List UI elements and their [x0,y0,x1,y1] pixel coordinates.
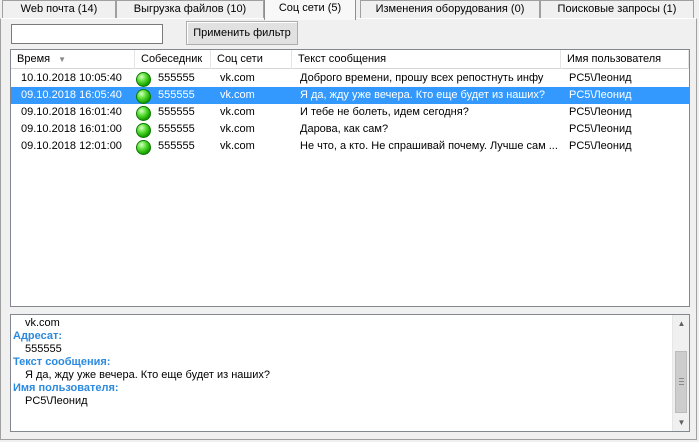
tab-file-upload[interactable]: Выгрузка файлов (10) [116,0,264,18]
details-scrollbar[interactable]: ▲ ▼ [672,315,689,431]
cell-peer: 555555 [158,106,195,118]
cell-user: PC5\Леонид [569,106,632,118]
cell-peer: 555555 [158,89,195,101]
status-online-icon [136,89,151,104]
column-header-text[interactable]: Текст сообщения [292,50,561,69]
details-user-label: Имя пользователя: [13,382,119,394]
tab-bar: Web почта (14) Выгрузка файлов (10) Соц … [0,0,699,20]
details-text-label: Текст сообщения: [13,356,111,368]
column-header-time[interactable]: Время ▼ [11,50,135,69]
cell-user: PC5\Леонид [569,140,632,152]
filter-input[interactable] [11,24,163,44]
scroll-up-arrow-icon[interactable]: ▲ [673,315,690,332]
details-content: vk.com Адресат: 555555 Текст сообщения: … [11,317,671,408]
cell-time: 09.10.2018 16:01:00 [21,123,122,135]
cell-network: vk.com [220,123,255,135]
cell-time: 10.10.2018 10:05:40 [21,72,122,84]
tab-hardware-changes[interactable]: Изменения оборудования (0) [360,0,540,18]
cell-message-text: Доброго времени, прошу всех репостнуть и… [300,72,544,84]
cell-peer: 555555 [158,140,195,152]
scrollbar-thumb[interactable] [675,351,687,413]
cell-time: 09.10.2018 16:01:40 [21,106,122,118]
cell-network: vk.com [220,72,255,84]
cell-message-text: Не что, а кто. Не спрашивай почему. Лучш… [300,140,558,152]
sort-down-icon: ▼ [58,55,67,64]
cell-network: vk.com [220,106,255,118]
column-header-user[interactable]: Имя пользователя [561,50,689,69]
column-header-peer[interactable]: Собеседник [135,50,211,69]
cell-time: 09.10.2018 16:05:40 [21,89,122,101]
tab-social-networks[interactable]: Соц сети (5) [264,0,356,20]
scroll-down-arrow-icon[interactable]: ▼ [673,414,690,431]
cell-peer: 555555 [158,123,195,135]
status-online-icon [136,140,151,155]
details-user-value: PC5\Леонид [25,395,88,407]
details-recipient-value: 555555 [25,343,62,355]
cell-user: PC5\Леонид [569,72,632,84]
apply-filter-button[interactable]: Применить фильтр [186,21,298,45]
cell-network: vk.com [220,89,255,101]
status-online-icon [136,123,151,138]
messages-list[interactable]: Время ▼ Собеседник Соц сети Текст сообщен… [10,49,690,307]
cell-peer: 555555 [158,72,195,84]
column-header-time-label: Время [17,53,51,65]
grip-icon [679,378,684,385]
table-row[interactable]: 09.10.2018 16:01:40 555555 vk.com И тебе… [11,104,689,121]
details-network-value: vk.com [25,317,60,329]
message-details-pane[interactable]: vk.com Адресат: 555555 Текст сообщения: … [10,314,690,432]
status-online-icon [136,72,151,87]
cell-user: PC5\Леонид [569,89,632,101]
status-online-icon [136,106,151,121]
cell-message-text: Дарова, как сам? [300,123,389,135]
table-row[interactable]: 09.10.2018 16:01:00 555555 vk.com Дарова… [11,121,689,138]
tab-search-queries[interactable]: Поисковые запросы (1) [540,0,694,18]
details-recipient-label: Адресат: [13,330,63,342]
column-header-network[interactable]: Соц сети [211,50,292,69]
cell-network: vk.com [220,140,255,152]
details-text-value: Я да, жду уже вечера. Кто еще будет из н… [25,369,271,381]
list-body: 10.10.2018 10:05:40 555555 vk.com Доброг… [11,70,689,155]
tab-web-mail[interactable]: Web почта (14) [2,0,116,18]
cell-user: PC5\Леонид [569,123,632,135]
table-row[interactable]: 10.10.2018 10:05:40 555555 vk.com Доброг… [11,70,689,87]
cell-message-text: И тебе не болеть, идем сегодня? [300,106,469,118]
table-row-selected[interactable]: 09.10.2018 16:05:40 555555 vk.com Я да, … [11,87,689,104]
cell-time: 09.10.2018 12:01:00 [21,140,122,152]
table-row[interactable]: 09.10.2018 12:01:00 555555 vk.com Не что… [11,138,689,155]
cell-message-text: Я да, жду уже вечера. Кто еще будет из н… [300,89,546,101]
list-header: Время ▼ Собеседник Соц сети Текст сообщен… [11,50,689,69]
